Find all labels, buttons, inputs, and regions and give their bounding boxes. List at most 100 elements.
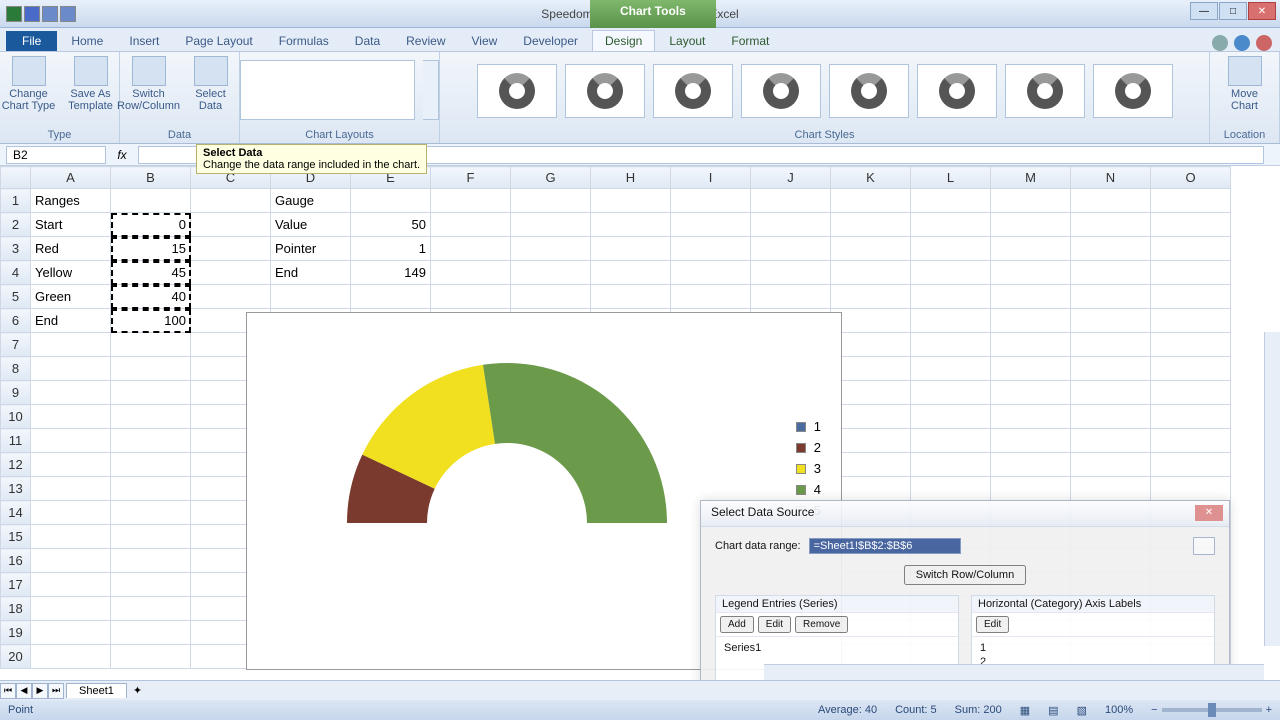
cell[interactable]: [831, 453, 911, 477]
cell[interactable]: [991, 309, 1071, 333]
cell[interactable]: [991, 237, 1071, 261]
cell[interactable]: [991, 405, 1071, 429]
cell[interactable]: [111, 333, 191, 357]
row-header[interactable]: 14: [1, 501, 31, 525]
row-header[interactable]: 17: [1, 573, 31, 597]
cell[interactable]: [591, 237, 671, 261]
cell[interactable]: [991, 333, 1071, 357]
cell[interactable]: [591, 189, 671, 213]
minimize-button[interactable]: —: [1190, 2, 1218, 20]
cell[interactable]: [511, 237, 591, 261]
vertical-scrollbar[interactable]: [1264, 332, 1280, 646]
view-normal-icon[interactable]: ▦: [1020, 704, 1030, 717]
cell[interactable]: [751, 261, 831, 285]
cell[interactable]: Value: [271, 213, 351, 237]
cell[interactable]: [1071, 213, 1151, 237]
row-header[interactable]: 7: [1, 333, 31, 357]
cell[interactable]: [911, 213, 991, 237]
cell[interactable]: [831, 309, 911, 333]
cell[interactable]: [111, 645, 191, 669]
cell[interactable]: [1071, 333, 1151, 357]
cell[interactable]: [111, 189, 191, 213]
minimize-ribbon-icon[interactable]: [1212, 35, 1228, 51]
tab-page-layout[interactable]: Page Layout: [173, 31, 264, 51]
cell[interactable]: [31, 645, 111, 669]
col-header[interactable]: K: [831, 167, 911, 189]
cell[interactable]: [911, 381, 991, 405]
cell[interactable]: [831, 405, 911, 429]
chart-style-6[interactable]: [917, 64, 997, 118]
cell[interactable]: [831, 357, 911, 381]
cell[interactable]: [271, 285, 351, 309]
cell[interactable]: [31, 333, 111, 357]
row-header[interactable]: 8: [1, 357, 31, 381]
cell[interactable]: [1071, 237, 1151, 261]
col-header[interactable]: G: [511, 167, 591, 189]
col-header[interactable]: F: [431, 167, 511, 189]
col-header[interactable]: O: [1151, 167, 1231, 189]
cell[interactable]: [831, 381, 911, 405]
cell[interactable]: [911, 453, 991, 477]
cell[interactable]: [431, 237, 511, 261]
cell[interactable]: Start: [31, 213, 111, 237]
cell[interactable]: [911, 285, 991, 309]
fx-icon[interactable]: fx: [112, 148, 132, 162]
cell[interactable]: [431, 261, 511, 285]
horizontal-scrollbar[interactable]: [764, 664, 1264, 680]
cell[interactable]: [991, 189, 1071, 213]
cell[interactable]: [111, 453, 191, 477]
tab-file[interactable]: File: [6, 31, 57, 51]
cell[interactable]: [1071, 357, 1151, 381]
cell[interactable]: [1151, 237, 1231, 261]
zoom-in-icon[interactable]: +: [1266, 704, 1272, 716]
col-header[interactable]: H: [591, 167, 671, 189]
tab-home[interactable]: Home: [59, 31, 115, 51]
maximize-button[interactable]: □: [1219, 2, 1247, 20]
cell[interactable]: [31, 429, 111, 453]
cell[interactable]: [31, 525, 111, 549]
cell[interactable]: [831, 333, 911, 357]
cell[interactable]: 100: [111, 309, 191, 333]
cell[interactable]: [511, 261, 591, 285]
chart-style-4[interactable]: [741, 64, 821, 118]
cell[interactable]: [831, 429, 911, 453]
cell[interactable]: [911, 333, 991, 357]
cell[interactable]: [1071, 309, 1151, 333]
cell[interactable]: [31, 501, 111, 525]
cell[interactable]: 0: [111, 213, 191, 237]
select-all-corner[interactable]: [1, 167, 31, 189]
series-remove-button[interactable]: Remove: [795, 616, 848, 633]
tab-format[interactable]: Format: [719, 31, 781, 51]
cell[interactable]: [31, 381, 111, 405]
switch-row-column-dialog-button[interactable]: Switch Row/Column: [904, 565, 1026, 585]
row-header[interactable]: 18: [1, 597, 31, 621]
cell[interactable]: [191, 261, 271, 285]
row-header[interactable]: 13: [1, 477, 31, 501]
cell[interactable]: [111, 357, 191, 381]
tab-layout[interactable]: Layout: [657, 31, 717, 51]
cell[interactable]: [111, 549, 191, 573]
row-header[interactable]: 4: [1, 261, 31, 285]
zoom-slider[interactable]: − +: [1151, 704, 1272, 716]
cell[interactable]: [511, 285, 591, 309]
view-pagebreak-icon[interactable]: ▧: [1077, 704, 1087, 717]
cell[interactable]: [191, 285, 271, 309]
cell[interactable]: [991, 477, 1071, 501]
cell[interactable]: [911, 357, 991, 381]
cell[interactable]: [431, 285, 511, 309]
cell[interactable]: End: [31, 309, 111, 333]
tab-design[interactable]: Design: [592, 30, 655, 51]
cell[interactable]: [1071, 381, 1151, 405]
cell[interactable]: 15: [111, 237, 191, 261]
tab-view[interactable]: View: [460, 31, 510, 51]
sheet-tab[interactable]: Sheet1: [66, 683, 127, 698]
cell[interactable]: [591, 285, 671, 309]
cell[interactable]: [31, 357, 111, 381]
chart-style-1[interactable]: [477, 64, 557, 118]
cell[interactable]: [911, 429, 991, 453]
cell[interactable]: Red: [31, 237, 111, 261]
chart-style-7[interactable]: [1005, 64, 1085, 118]
cell[interactable]: [1071, 477, 1151, 501]
range-picker-icon[interactable]: [1193, 537, 1215, 555]
cell[interactable]: [1151, 429, 1231, 453]
